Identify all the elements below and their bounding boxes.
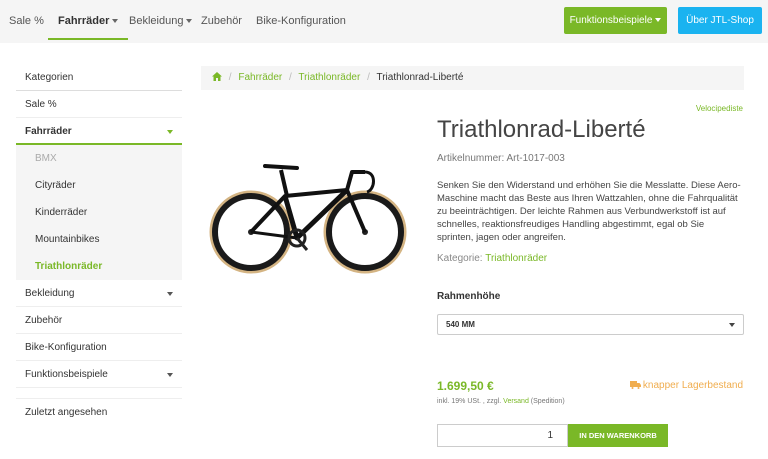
sidebar-subitem-label: Triathlonräder xyxy=(35,261,103,272)
stock-status: knapper Lagerbestand xyxy=(629,380,743,392)
sidebar-item-sale[interactable]: Sale % xyxy=(16,91,182,118)
breadcrumb-separator: / xyxy=(228,72,232,83)
sidebar-recently-viewed[interactable]: Zuletzt angesehen xyxy=(16,399,182,426)
chevron-down-icon xyxy=(729,323,735,327)
chevron-down-icon xyxy=(186,19,193,24)
breadcrumb-current: Triathlonrad-Liberté xyxy=(376,72,464,83)
nav-item-bike-konfiguration[interactable]: Bike-Konfiguration xyxy=(256,0,346,43)
add-to-cart-button[interactable]: IN DEN WARENKORB xyxy=(568,424,668,447)
home-icon[interactable] xyxy=(212,67,222,91)
sidebar-divider xyxy=(16,388,182,399)
manufacturer-link[interactable]: Velocipediste xyxy=(696,104,743,113)
chevron-down-icon[interactable] xyxy=(167,130,173,134)
category-link[interactable]: Triathlonräder xyxy=(485,253,547,264)
sidebar-subitem-label: Mountainbikes xyxy=(35,234,100,245)
sidebar-heading-label: Kategorien xyxy=(25,72,74,83)
nav-item-fahrraeder[interactable]: Fahrräder xyxy=(48,0,129,40)
article-number: Artikelnummer: Art-1017-003 xyxy=(437,153,565,164)
sidebar-item-bekleidung[interactable]: Bekleidung xyxy=(16,280,182,307)
nav-item-sale[interactable]: Sale % xyxy=(9,0,44,43)
truck-icon xyxy=(629,381,641,392)
nav-item-bekleidung[interactable]: Bekleidung xyxy=(129,0,193,43)
sidebar-subitem-kinderraeder[interactable]: Kinderräder xyxy=(16,199,182,226)
breadcrumb-link-triathlonraeder[interactable]: Triathlonräder xyxy=(298,72,360,83)
button-label: Funktionsbeispiele xyxy=(569,15,653,26)
sidebar-item-bike-konfiguration[interactable]: Bike-Konfiguration xyxy=(16,334,182,361)
sidebar-subitem-label: BMX xyxy=(35,153,57,164)
ueber-jtl-shop-button[interactable]: Über JTL-Shop xyxy=(678,7,762,34)
category-sidebar: Kategorien Sale % Fahrräder BMX Cityräde… xyxy=(16,64,182,426)
button-label: IN DEN WARENKORB xyxy=(579,431,657,440)
shipping-link[interactable]: Versand xyxy=(503,398,529,405)
sidebar-submenu: BMX Cityräder Kinderräder Mountainbikes … xyxy=(16,145,182,280)
frame-size-select[interactable]: 540 MM xyxy=(437,314,744,335)
funktionsbeispiele-button[interactable]: Funktionsbeispiele xyxy=(564,7,667,34)
breadcrumb-separator: / xyxy=(367,72,370,83)
category-label: Kategorie: xyxy=(437,253,483,264)
sidebar-item-label: Bekleidung xyxy=(25,288,75,299)
nav-item-zubehoer[interactable]: Zubehör xyxy=(201,0,242,43)
sidebar-subitem-cityraeder[interactable]: Cityräder xyxy=(16,172,182,199)
product-image[interactable] xyxy=(207,150,407,276)
sidebar-subitem-triathlonraeder[interactable]: Triathlonräder xyxy=(16,253,182,280)
breadcrumb-link-fahrraeder[interactable]: Fahrräder xyxy=(238,72,282,83)
sidebar-item-label: Bike-Konfiguration xyxy=(25,342,107,353)
chevron-down-icon[interactable] xyxy=(167,292,173,296)
breadcrumb-separator: / xyxy=(289,72,292,83)
sidebar-item-label: Zubehör xyxy=(25,315,63,326)
variation-label: Rahmenhöhe xyxy=(437,291,501,302)
nav-item-label: Sale % xyxy=(9,15,44,27)
product-price: 1.699,50 € xyxy=(437,379,494,393)
product-title: Triathlonrad-Liberté xyxy=(437,116,646,143)
nav-item-label: Fahrräder xyxy=(58,15,110,27)
chevron-down-icon xyxy=(112,19,119,24)
chevron-down-icon xyxy=(655,18,662,23)
nav-item-label: Zubehör xyxy=(201,15,242,27)
nav-item-label: Bekleidung xyxy=(129,15,184,27)
sidebar-heading: Kategorien xyxy=(16,64,182,91)
product-category: Kategorie: Triathlonräder xyxy=(437,253,547,264)
vat-text: inkl. 19% USt. , zzgl. xyxy=(437,398,502,405)
sidebar-item-label: Fahrräder xyxy=(25,126,72,137)
select-value: 540 MM xyxy=(446,320,475,329)
vat-info: inkl. 19% USt. , zzgl. Versand (Speditio… xyxy=(437,398,565,405)
sidebar-subitem-bmx[interactable]: BMX xyxy=(16,145,182,172)
sidebar-item-label: Zuletzt angesehen xyxy=(25,407,108,418)
vat-text-suffix: (Spedition) xyxy=(530,398,565,405)
sidebar-item-funktionsbeispiele[interactable]: Funktionsbeispiele xyxy=(16,361,182,388)
nav-item-label: Bike-Konfiguration xyxy=(256,15,346,27)
sidebar-item-label: Funktionsbeispiele xyxy=(25,369,108,380)
sidebar-item-label: Sale % xyxy=(25,99,57,110)
button-label: Über JTL-Shop xyxy=(686,15,754,26)
sidebar-item-zubehoer[interactable]: Zubehör xyxy=(16,307,182,334)
sidebar-subitem-label: Cityräder xyxy=(35,180,76,191)
quantity-value: 1 xyxy=(547,430,553,441)
product-description: Senken Sie den Widerstand und erhöhen Si… xyxy=(437,180,741,243)
breadcrumb: / Fahrräder / Triathlonräder / Triathlon… xyxy=(201,66,744,90)
stock-label: knapper Lagerbestand xyxy=(642,380,743,391)
quantity-input[interactable]: 1 xyxy=(437,424,568,447)
sidebar-item-fahrraeder[interactable]: Fahrräder xyxy=(16,118,182,145)
sidebar-subitem-mountainbikes[interactable]: Mountainbikes xyxy=(16,226,182,253)
sidebar-subitem-label: Kinderräder xyxy=(35,207,88,218)
top-navigation: Sale % Fahrräder Bekleidung Zubehör Bike… xyxy=(0,0,768,43)
chevron-down-icon[interactable] xyxy=(167,373,173,377)
